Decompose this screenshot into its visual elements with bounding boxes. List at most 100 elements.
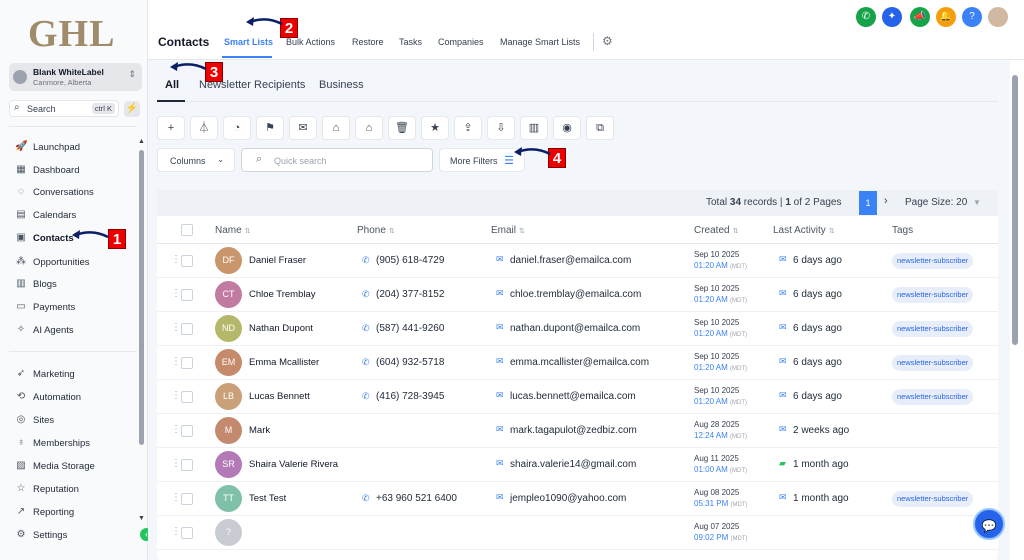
page-button-1[interactable]: 1 xyxy=(859,191,877,215)
table-row[interactable]: ⋮ SR Shaira Valerie Rivera ✉ shaira.valerie… xyxy=(157,448,998,482)
row-checkbox[interactable] xyxy=(181,289,193,301)
row-checkbox[interactable] xyxy=(181,255,193,267)
company-button[interactable]: ▥ xyxy=(520,116,548,140)
contact-name[interactable]: Test Test xyxy=(249,493,286,504)
contact-name[interactable]: Shaira Valerie Rivera xyxy=(249,459,338,470)
row-checkbox[interactable] xyxy=(181,493,193,505)
select-all-checkbox[interactable] xyxy=(181,224,193,236)
bell-icon[interactable]: 🔔 xyxy=(936,7,956,27)
drag-handle-icon[interactable]: ⋮ xyxy=(171,288,181,299)
drag-handle-icon[interactable]: ⋮ xyxy=(171,424,181,435)
sidebar-item-sites[interactable]: ◎ Sites xyxy=(9,410,137,430)
subtab-all[interactable]: All xyxy=(165,79,179,91)
contact-phone[interactable]: (905) 618-4729 xyxy=(376,255,444,266)
contact-name[interactable]: Daniel Fraser xyxy=(249,255,306,266)
remove-tag-button[interactable]: ⌂ xyxy=(355,116,383,140)
row-checkbox[interactable] xyxy=(181,459,193,471)
row-checkbox[interactable] xyxy=(181,391,193,403)
sidebar-item-dashboard[interactable]: ▦ Dashboard xyxy=(9,160,137,180)
column-header-email[interactable]: Email ⇅ xyxy=(491,225,525,236)
merge-button[interactable]: ⧉ xyxy=(586,116,614,140)
sidebar-item-settings[interactable]: ⚙ Settings xyxy=(9,525,137,545)
sidebar-item-automation[interactable]: ⟲ Automation xyxy=(9,387,137,407)
page-scrollbar[interactable] xyxy=(1012,75,1018,345)
contact-email[interactable]: nathan.dupont@emailca.com xyxy=(510,323,640,334)
tab-bulk-actions[interactable]: Bulk Actions xyxy=(286,37,335,47)
sidebar-item-payments[interactable]: ▭ Payments xyxy=(9,297,137,317)
quick-search-input[interactable] xyxy=(274,153,424,168)
column-header-name[interactable]: Name ⇅ xyxy=(215,225,251,236)
tag-badge[interactable]: newsletter-subscriber xyxy=(892,389,974,405)
quick-search[interactable]: ⌕ xyxy=(241,148,433,172)
chevron-right-icon[interactable]: › xyxy=(884,195,888,207)
contact-name[interactable]: Lucas Bennett xyxy=(249,391,310,402)
sidebar-item-memberships[interactable]: ♁ Memberships xyxy=(9,433,137,453)
sidebar-item-conversations[interactable]: ◌ Conversations xyxy=(9,182,137,202)
drag-handle-icon[interactable]: ⋮ xyxy=(171,254,181,265)
sidebar-search[interactable]: ⌕ Search ctrl K xyxy=(9,100,119,117)
email-button[interactable]: ✉ xyxy=(289,116,317,140)
sidebar-item-launchpad[interactable]: 🚀 Launchpad xyxy=(9,137,137,157)
tab-companies[interactable]: Companies xyxy=(438,37,484,47)
contact-email[interactable]: emma.mcallister@emailca.com xyxy=(510,357,649,368)
brand-logo[interactable]: GHL xyxy=(28,12,115,56)
contact-phone[interactable]: (416) 728-3945 xyxy=(376,391,444,402)
row-checkbox[interactable] xyxy=(181,527,193,539)
drag-handle-icon[interactable]: ⋮ xyxy=(171,526,181,537)
add-tag-button[interactable]: ⌂ xyxy=(322,116,350,140)
quick-action-bolt-icon[interactable]: ⚡ xyxy=(124,101,140,117)
sidebar-item-marketing[interactable]: ➶ Marketing xyxy=(9,364,137,384)
whatsapp-button[interactable]: ◉ xyxy=(553,116,581,140)
tag-badge[interactable]: newsletter-subscriber xyxy=(892,287,974,303)
tag-badge[interactable]: newsletter-subscriber xyxy=(892,355,974,371)
tab-restore[interactable]: Restore xyxy=(352,37,384,47)
contact-name[interactable]: Nathan Dupont xyxy=(249,323,313,334)
contact-email[interactable]: daniel.fraser@emailca.com xyxy=(510,255,631,266)
scroll-up-icon[interactable]: ▲ xyxy=(138,138,145,145)
contact-phone[interactable]: (204) 377-8152 xyxy=(376,289,444,300)
table-row[interactable]: ⋮ CT Chloe Tremblay ✆ (204) 377-8152 ✉ chloe.… xyxy=(157,278,998,312)
tab-smart-lists[interactable]: Smart Lists xyxy=(224,37,273,47)
contact-email[interactable]: jempleo1090@yahoo.com xyxy=(510,493,626,504)
tab-manage-smart-lists[interactable]: Manage Smart Lists xyxy=(500,37,580,47)
table-row[interactable]: ⋮ DF Daniel Fraser ✆ (905) 618-4729 ✉ daniel.… xyxy=(157,244,998,278)
contact-email[interactable]: chloe.tremblay@emailca.com xyxy=(510,289,641,300)
page-size-select[interactable]: Page Size: 20 xyxy=(905,197,967,208)
column-header-phone[interactable]: Phone ⇅ xyxy=(357,225,395,236)
chat-widget-icon[interactable]: 💬 xyxy=(973,508,1005,540)
user-avatar[interactable] xyxy=(988,7,1008,27)
drag-handle-icon[interactable]: ⋮ xyxy=(171,390,181,401)
column-header-created[interactable]: Created ⇅ xyxy=(694,225,738,236)
row-checkbox[interactable] xyxy=(181,323,193,335)
import-button[interactable]: ⇩ xyxy=(487,116,515,140)
add-button[interactable]: + xyxy=(157,116,185,140)
subtab-business[interactable]: Business xyxy=(319,79,364,91)
row-checkbox[interactable] xyxy=(181,425,193,437)
table-row[interactable]: ⋮ ND Nathan Dupont ✆ (587) 441-9260 ✉ nathan.… xyxy=(157,312,998,346)
sidebar-item-blogs[interactable]: ▥ Blogs xyxy=(9,274,137,294)
help-icon[interactable]: ? xyxy=(962,7,982,27)
table-row[interactable]: ⋮ TT Test Test ✆ +63 960 521 6400 ✉ jempleo10… xyxy=(157,482,998,516)
location-switcher[interactable]: Blank WhiteLabel Canmore, Alberta ⇕ xyxy=(9,63,142,91)
delete-button[interactable]: 🗑 xyxy=(388,116,416,140)
sidebar-item-opportunities[interactable]: ⁂ Opportunities xyxy=(9,252,137,272)
columns-dropdown[interactable]: Columns ⌄ xyxy=(157,148,235,172)
contact-email[interactable]: shaira.valerie14@gmail.com xyxy=(510,459,636,470)
table-row[interactable]: ⋮ EM Emma Mcallister ✆ (604) 932-5718 ✉ emma.… xyxy=(157,346,998,380)
row-checkbox[interactable] xyxy=(181,357,193,369)
sidebar-item-reputation[interactable]: ☆ Reputation xyxy=(9,479,137,499)
contact-name[interactable]: Chloe Tremblay xyxy=(249,289,316,300)
sidebar-item-media-storage[interactable]: ▨ Media Storage xyxy=(9,456,137,476)
filter-button[interactable]: ⏃ xyxy=(190,116,218,140)
announcement-icon[interactable]: 📣 xyxy=(910,7,930,27)
tab-tasks[interactable]: Tasks xyxy=(399,37,422,47)
contact-name[interactable]: Mark xyxy=(249,425,270,436)
contact-name[interactable]: Emma Mcallister xyxy=(249,357,319,368)
contact-email[interactable]: lucas.bennett@emailca.com xyxy=(510,391,636,402)
drag-handle-icon[interactable]: ⋮ xyxy=(171,458,181,469)
drag-handle-icon[interactable]: ⋮ xyxy=(171,322,181,333)
contact-phone[interactable]: +63 960 521 6400 xyxy=(376,493,457,504)
sidebar-item-calendars[interactable]: ▤ Calendars xyxy=(9,205,137,225)
tag-badge[interactable]: newsletter-subscriber xyxy=(892,321,974,337)
sms-button[interactable]: ⚑ xyxy=(256,116,284,140)
